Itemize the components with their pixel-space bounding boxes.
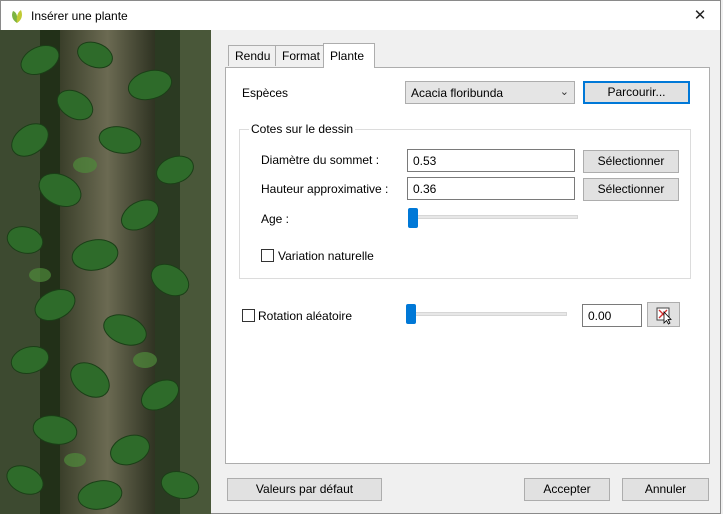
age-slider-thumb[interactable] [408,208,418,228]
plant-app-icon [12,10,22,23]
title-bar: Insérer une plante ✕ [0,0,721,30]
tab-plante[interactable]: Plante [323,43,375,68]
age-label: Age : [261,212,290,226]
defaults-button[interactable]: Valeurs par défaut [227,478,382,501]
diametre-label: Diamètre du sommet : [261,153,380,167]
plant-preview-image [0,30,211,514]
dimensions-group-label: Cotes sur le dessin [249,122,356,136]
variation-checkbox[interactable] [261,249,274,262]
rotation-label: Rotation aléatoire [258,309,353,323]
rotation-checkbox[interactable] [242,309,255,322]
tab-label: Rendu [235,49,271,63]
rotation-slider-track[interactable] [407,312,567,316]
hauteur-input[interactable]: 0.36 [407,177,575,200]
tab-format[interactable]: Format [275,45,324,66]
diametre-value: 0.53 [413,154,437,168]
select-hauteur-button[interactable]: Sélectionner [583,178,679,201]
window-title: Insérer une plante [31,9,128,23]
diametre-input[interactable]: 0.53 [407,149,575,172]
tab-rendu[interactable]: Rendu [228,45,276,66]
rotation-value-input[interactable]: 0.00 [582,304,642,327]
rotation-slider-thumb[interactable] [406,304,416,324]
hauteur-label: Hauteur approximative : [261,182,389,196]
cancel-button[interactable]: Annuler [622,478,709,501]
variation-label: Variation naturelle [278,249,374,263]
ok-button[interactable]: Accepter [524,478,610,501]
browse-button[interactable]: Parcourir... [583,81,690,104]
chevron-down-icon: ⌄ [559,86,569,98]
especes-label: Espèces [242,86,289,100]
especes-selected-value: Acacia floribunda [411,86,504,100]
pick-angle-button[interactable] [647,302,680,327]
tab-label: Format [282,49,321,63]
select-diametre-button[interactable]: Sélectionner [583,150,679,173]
especes-dropdown[interactable]: Acacia floribunda ⌄ [405,81,575,104]
rotation-value: 0.00 [588,309,612,323]
age-slider-track[interactable] [408,215,578,219]
tab-label: Plante [330,49,365,63]
close-icon[interactable]: ✕ [688,5,712,27]
pick-cursor-icon [656,307,672,325]
hauteur-value: 0.36 [413,182,437,196]
